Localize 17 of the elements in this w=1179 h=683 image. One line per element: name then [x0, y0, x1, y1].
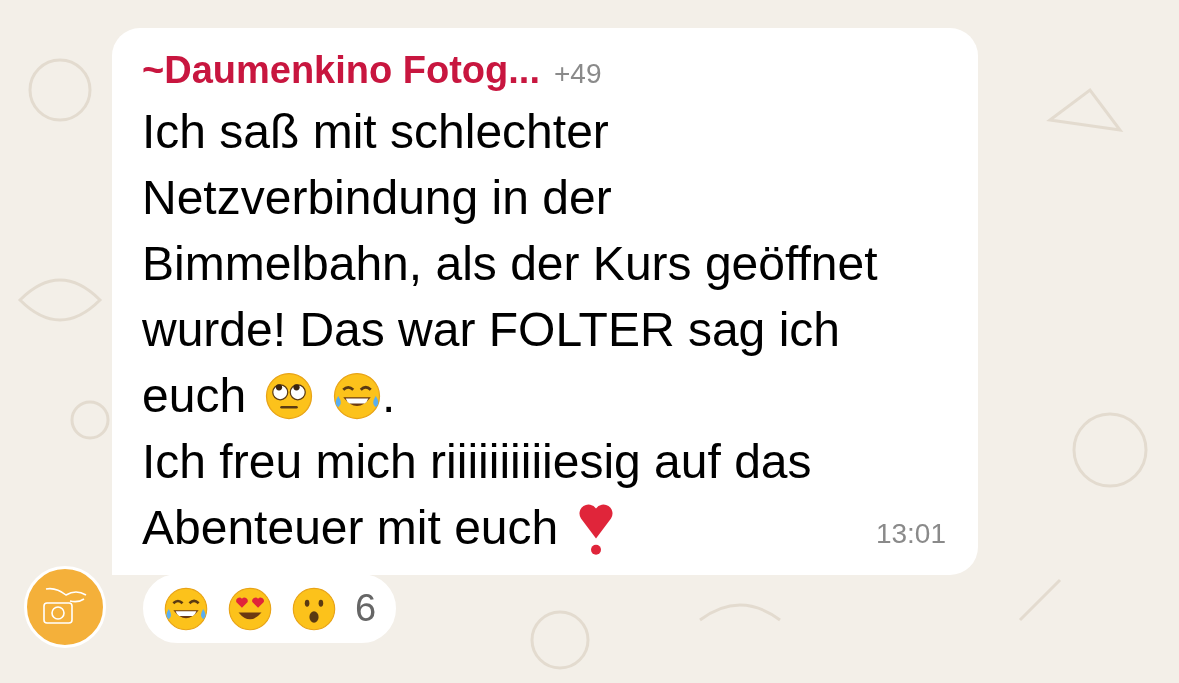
- joy-emoji-icon: [163, 585, 209, 632]
- message-text: Abenteuer mit euch: [142, 500, 559, 556]
- message-text: euch: [142, 368, 247, 424]
- message-text: Ich saß mit schlechter: [142, 104, 609, 160]
- message-text: wurde! Das war FOLTER sag ich: [142, 302, 840, 358]
- phone-number: +49: [553, 57, 602, 91]
- rolling-eyes-emoji-icon: [264, 371, 315, 421]
- message-time: 13:01: [875, 518, 946, 549]
- reaction-count: 6: [355, 586, 377, 631]
- message-text: Ich freu mich riiiiiiiiiiesig auf das: [142, 434, 812, 490]
- joy-emoji-icon: [332, 371, 383, 421]
- sender-name[interactable]: ~Daumenkino Fotog...: [142, 42, 540, 99]
- message-text: .: [382, 368, 396, 424]
- surprised-emoji-icon: [291, 585, 337, 632]
- message-text: Netzverbindung in der: [142, 170, 612, 226]
- heart-eyes-emoji-icon: [227, 585, 273, 632]
- message-text: Bimmelbahn, als der Kurs geöffnet: [142, 236, 878, 292]
